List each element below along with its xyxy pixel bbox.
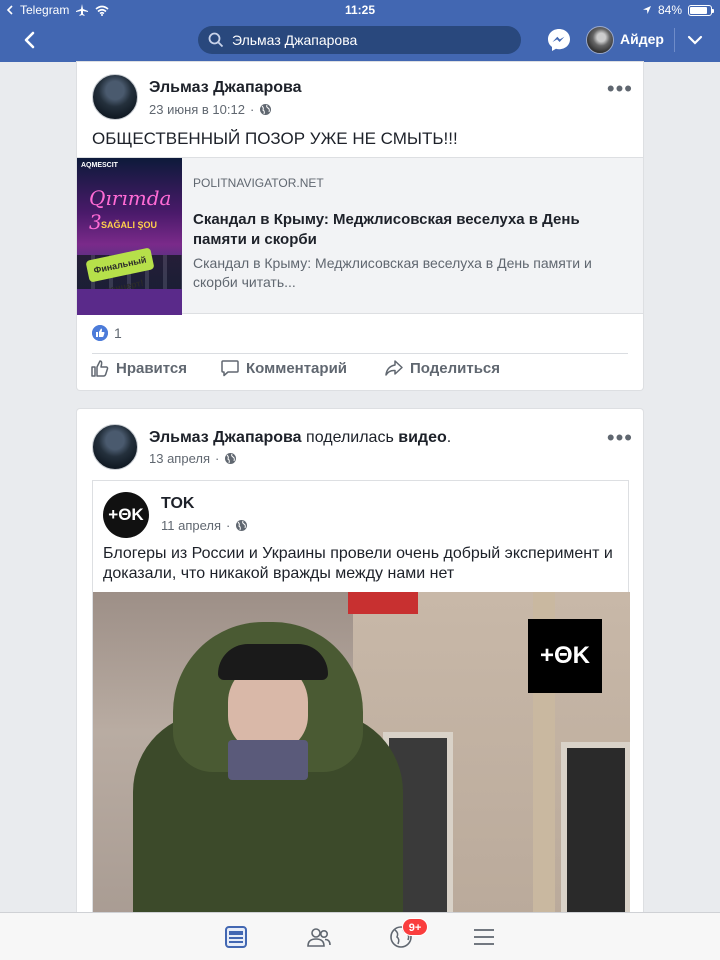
post-meta: 23 июня в 10:12 · xyxy=(149,102,272,117)
user-name[interactable]: Айдер xyxy=(620,31,664,47)
post-actions: Нравится Комментарий Поделиться xyxy=(77,358,643,384)
nav-divider xyxy=(674,28,675,52)
post-author: Эльмаз Джапарова поделилась видео. xyxy=(149,429,451,447)
page-avatar[interactable]: +ΘK xyxy=(103,492,149,538)
thumb-top-text: AQMESCIT xyxy=(81,162,118,169)
battery-fill xyxy=(690,6,707,14)
meta-separator: · xyxy=(215,451,220,466)
like-label: Нравится xyxy=(116,359,188,377)
actions-divider xyxy=(92,353,628,354)
page-name[interactable]: TOK xyxy=(161,495,194,513)
share-label: Поделиться xyxy=(410,359,501,377)
status-bar: Telegram 11:25 84% xyxy=(0,0,720,20)
friends-icon[interactable] xyxy=(305,923,333,951)
shared-meta: 11 апреля · xyxy=(161,518,248,533)
video-window xyxy=(561,742,630,929)
video-red-sign xyxy=(348,592,418,614)
video-watermark-logo: +ΘK xyxy=(528,619,602,693)
post-author-name[interactable]: Эльмаз Джапарова xyxy=(149,79,302,96)
author-avatar[interactable] xyxy=(92,424,138,470)
thumb-sub-text: SAĞALI ŞOU xyxy=(101,220,158,230)
search-icon xyxy=(208,32,224,48)
post-card: Эльмаз Джапарова поделилась видео. 13 ап… xyxy=(77,409,643,929)
more-horizontal-icon[interactable]: ••• xyxy=(607,427,633,449)
status-right: 84% xyxy=(642,3,714,17)
shared-date[interactable]: 11 апреля xyxy=(161,518,221,533)
post-date[interactable]: 23 июня в 10:12 xyxy=(149,102,245,117)
notifications-badge: 9+ xyxy=(402,918,428,936)
author-avatar[interactable] xyxy=(92,74,138,120)
post-card: Эльмаз Джапарова 23 июня в 10:12 · ••• О… xyxy=(77,62,643,390)
person-scarf xyxy=(228,740,308,780)
globe-icon xyxy=(225,453,237,464)
bottom-tab-bar xyxy=(0,912,720,960)
thumb-band xyxy=(77,289,182,315)
post-text: ОБЩЕСТВЕННЫЙ ПОЗОР УЖЕ НЕ СМЫТЬ!!! xyxy=(92,129,458,148)
messenger-icon[interactable] xyxy=(546,27,572,53)
video-person xyxy=(133,622,403,929)
share-button[interactable]: Поделиться xyxy=(384,358,500,378)
shared-verb: поделилась xyxy=(306,429,394,446)
shared-post[interactable]: +ΘK TOK 11 апреля · Блогеры из России и … xyxy=(92,480,630,929)
search-query: Эльмаз Джапарова xyxy=(232,32,358,48)
shared-text: Блогеры из России и Украины провели очен… xyxy=(103,545,613,582)
status-time: 11:25 xyxy=(344,3,376,17)
meta-separator: · xyxy=(226,518,231,533)
battery-percent: 84% xyxy=(657,3,682,17)
menu-icon[interactable] xyxy=(470,923,498,951)
nav-bar: Эльмаз Джапарова Айдер xyxy=(0,20,720,62)
post-meta: 13 апреля · xyxy=(149,451,237,466)
link-description: Скандал в Крыму: Меджлисовская веселуха … xyxy=(193,255,592,290)
like-reaction-icon xyxy=(92,325,108,341)
person-cap xyxy=(218,644,328,680)
post-author-name[interactable]: Эльмаз Джапарова xyxy=(149,429,302,446)
globe-icon xyxy=(236,520,248,531)
title-period: . xyxy=(446,429,452,446)
comment-icon xyxy=(221,360,239,377)
user-avatar[interactable] xyxy=(586,26,614,54)
more-horizontal-icon[interactable]: ••• xyxy=(607,78,633,100)
share-icon xyxy=(385,360,403,376)
search-input[interactable]: Эльмаз Джапарова xyxy=(198,26,521,54)
like-button[interactable]: Нравится xyxy=(90,358,187,378)
link-title[interactable]: Скандал в Крыму: Меджлисовская веселуха … xyxy=(193,210,633,250)
comment-label: Комментарий xyxy=(246,359,348,377)
top-bar: Telegram 11:25 84% Эльмаз Джапарова Айде… xyxy=(0,0,720,62)
battery-icon xyxy=(688,4,714,16)
globe-icon xyxy=(260,104,272,115)
link-preview[interactable]: AQMESCIT Qırımda 3 SAĞALI ŞOU Финальный … xyxy=(77,157,643,315)
chevron-left-icon[interactable] xyxy=(18,28,42,52)
post-date[interactable]: 13 апреля xyxy=(149,451,210,466)
reactions-summary[interactable]: 1 xyxy=(92,325,122,341)
likes-count: 1 xyxy=(114,325,122,341)
news-feed-icon[interactable] xyxy=(222,923,250,951)
link-domain: POLITNAVIGATOR.NET xyxy=(193,176,324,190)
page-logo-text: +ΘK xyxy=(108,505,144,524)
meta-separator: · xyxy=(249,102,255,117)
video-player[interactable]: +ΘK xyxy=(93,592,630,929)
shared-object-link[interactable]: видео xyxy=(398,429,447,446)
thumbs-up-icon xyxy=(91,360,109,377)
comment-button[interactable]: Комментарий xyxy=(220,358,347,378)
chevron-down-icon[interactable] xyxy=(684,29,706,51)
link-thumbnail[interactable]: AQMESCIT Qırımda 3 SAĞALI ŞOU Финальный … xyxy=(77,158,182,315)
post-author[interactable]: Эльмаз Джапарова xyxy=(149,79,302,97)
location-icon xyxy=(642,6,651,14)
